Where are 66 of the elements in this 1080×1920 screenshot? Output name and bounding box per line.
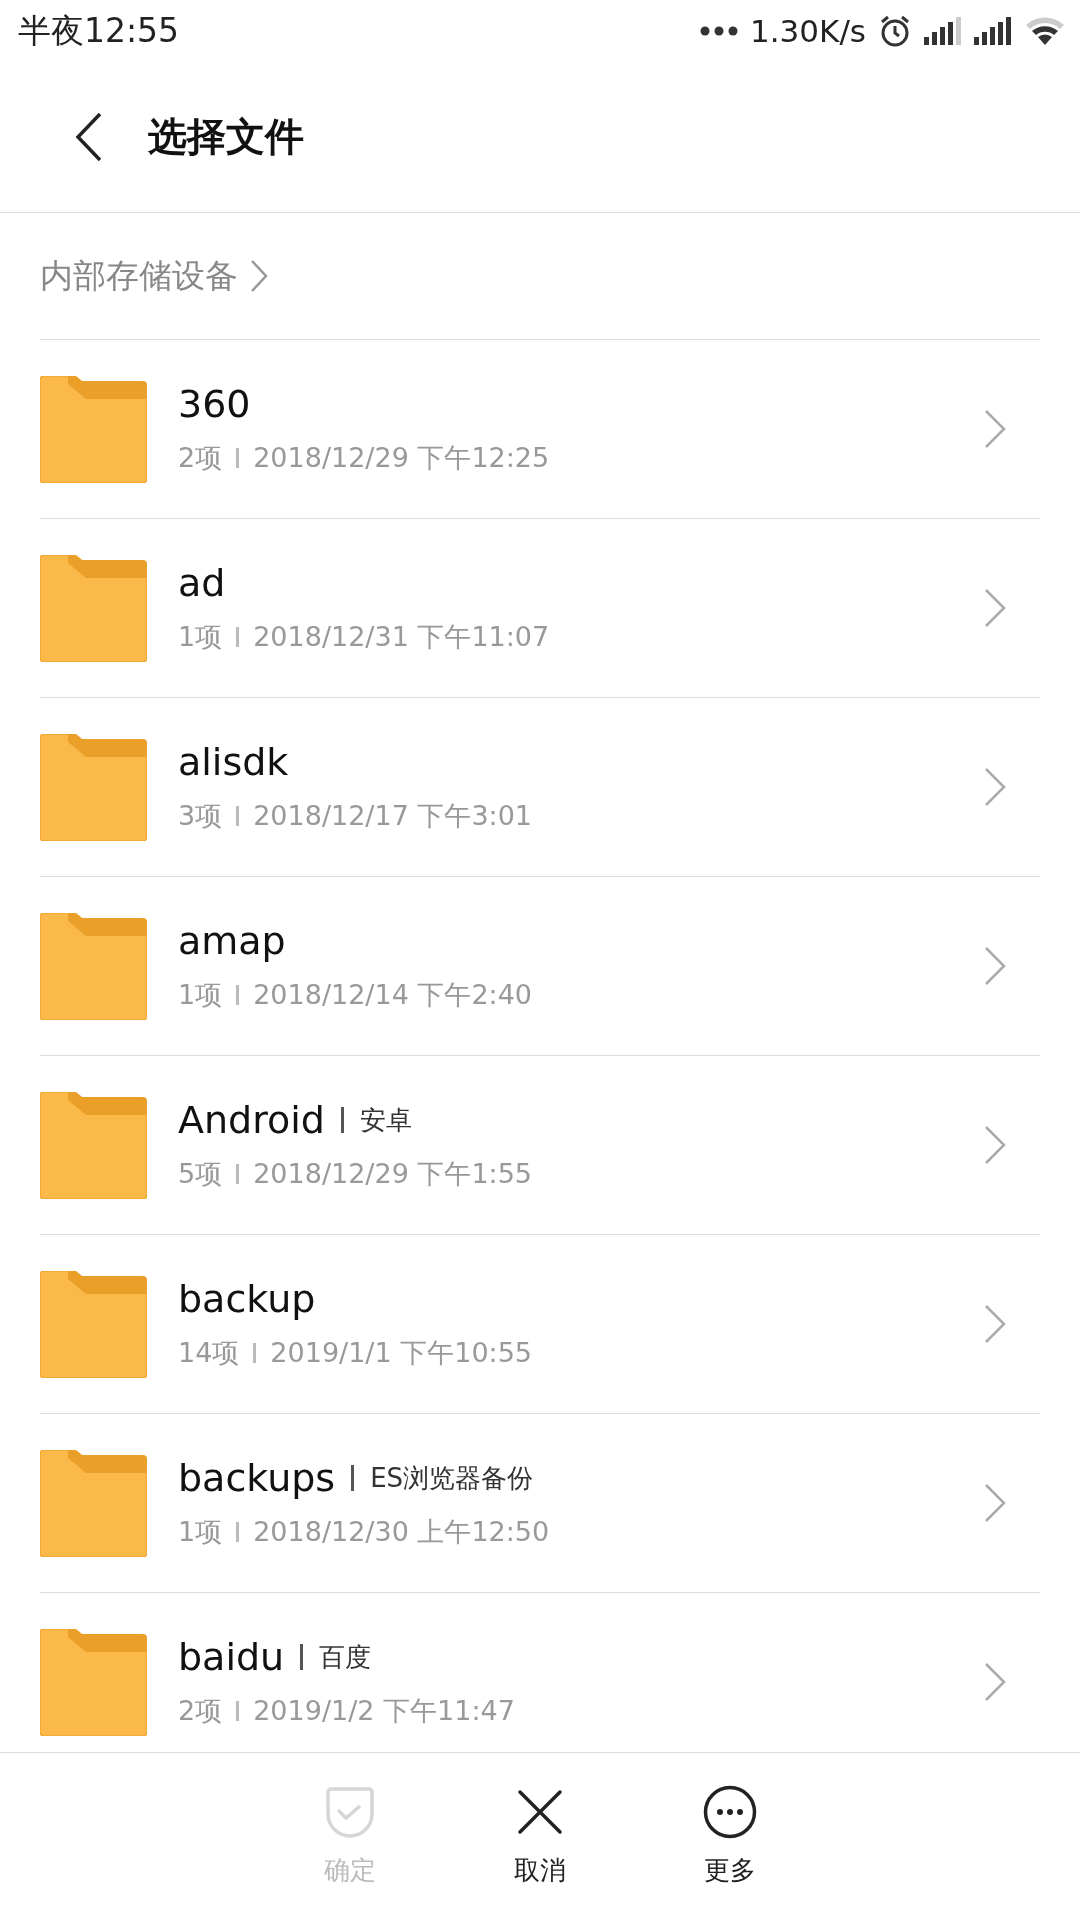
item-count: 2项 [178,1694,223,1728]
folder-name: backups [178,1456,336,1500]
folder-alias: 百度 [319,1640,372,1674]
modified-date: 2018/12/31 下午11:07 [253,620,550,654]
network-speed: 1.30K/s [750,13,866,49]
shield-check-icon [324,1785,376,1839]
folder-name: 360 [178,382,251,426]
modified-date: 2019/1/2 下午11:47 [253,1694,515,1728]
folder-icon [40,554,147,662]
folder-name: Android [178,1098,325,1142]
chevron-icon [984,1483,1006,1523]
wifi-icon [1024,15,1066,47]
modified-date: 2018/12/29 下午12:25 [253,441,550,475]
item-count: 14项 [178,1336,240,1370]
folder-row[interactable]: amap 1项 2018/12/14 下午2:40 [40,877,1040,1056]
breadcrumb-item[interactable]: 内部存储设备 [40,253,238,299]
modified-date: 2018/12/30 上午12:50 [253,1515,550,1549]
folder-name: backup [178,1277,316,1321]
chevron-icon [984,946,1006,986]
folder-row[interactable]: Android 安卓 5项 2018/12/29 下午1:55 [40,1056,1040,1235]
item-count: 3项 [178,799,223,833]
chevron-icon [984,588,1006,628]
folder-row[interactable]: 360 2项 2018/12/29 下午12:25 [40,340,1040,519]
folder-icon [40,375,147,483]
folder-icon [40,733,147,841]
chevron-icon [984,1304,1006,1344]
cancel-button[interactable]: 取消 [490,1785,590,1888]
folder-row[interactable]: ad 1项 2018/12/31 下午11:07 [40,519,1040,698]
folder-icon [40,1628,147,1736]
dots-icon [700,26,739,36]
item-count: 1项 [178,620,223,654]
more-icon [703,1785,757,1839]
folder-icon [40,1091,147,1199]
chevron-icon [984,409,1006,449]
modified-date: 2018/12/17 下午3:01 [253,799,533,833]
modified-date: 2018/12/29 下午1:55 [253,1157,533,1191]
folder-icon [40,1449,147,1557]
chevron-icon [984,767,1006,807]
signal-icon [974,17,1012,45]
folder-row[interactable]: baidu 百度 2项 2019/1/2 下午11:47 [40,1593,1040,1752]
folder-name: alisdk [178,740,289,784]
folder-icon [40,1270,147,1378]
signal-icon [924,17,962,45]
item-count: 1项 [178,978,223,1012]
folder-row[interactable]: backup 14项 2019/1/1 下午10:55 [40,1235,1040,1414]
modified-date: 2019/1/1 下午10:55 [270,1336,532,1370]
chevron-icon [250,259,268,293]
folder-row[interactable]: alisdk 3项 2018/12/17 下午3:01 [40,698,1040,877]
chevron-icon [984,1662,1006,1702]
more-button[interactable]: 更多 [680,1785,780,1888]
alarm-icon [878,14,912,48]
folder-row[interactable]: backups ES浏览器备份 1项 2018/12/30 上午12:50 [40,1414,1040,1593]
folder-alias: ES浏览器备份 [370,1461,534,1495]
status-time: 半夜12:55 [18,9,180,52]
modified-date: 2018/12/14 下午2:40 [253,978,533,1012]
folder-name: ad [178,561,226,605]
item-count: 5项 [178,1157,223,1191]
page-title: 选择文件 [148,113,304,161]
folder-name: amap [178,919,286,963]
folder-icon [40,912,147,1020]
item-count: 1项 [178,1515,223,1549]
back-icon[interactable] [74,112,104,162]
folder-alias: 安卓 [359,1103,412,1137]
item-count: 2项 [178,441,223,475]
chevron-icon [984,1125,1006,1165]
folder-name: baidu [178,1635,285,1679]
